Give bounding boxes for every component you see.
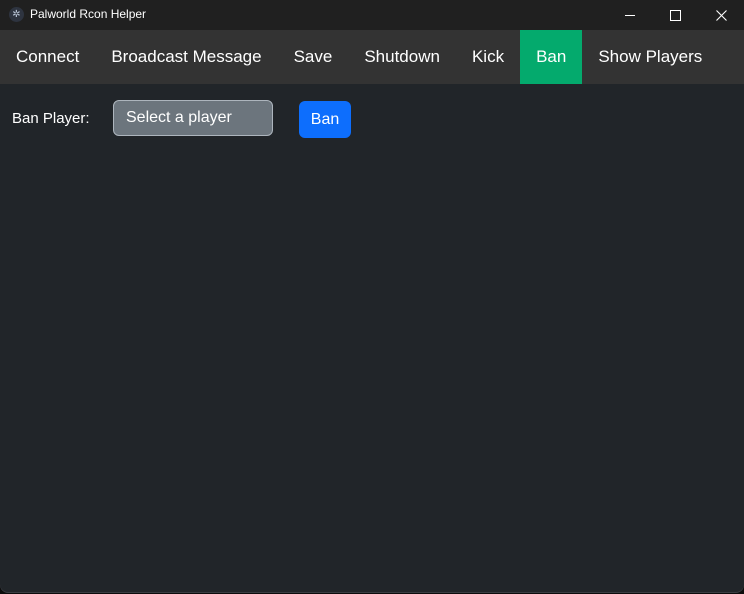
nav-broadcast-message[interactable]: Broadcast Message xyxy=(95,30,277,84)
nav-save[interactable]: Save xyxy=(278,30,349,84)
close-icon xyxy=(715,9,727,21)
nav-shutdown[interactable]: Shutdown xyxy=(348,30,456,84)
player-select-value: Select a player xyxy=(126,109,232,126)
ban-player-form: Ban Player: Select a player Ban xyxy=(0,100,744,138)
maximize-icon xyxy=(669,9,681,21)
minimize-button[interactable] xyxy=(607,0,653,30)
app-window: ✲ Palworld Rcon Helper Connect Broadcast… xyxy=(0,0,744,592)
nav-show-players[interactable]: Show Players xyxy=(582,30,718,84)
ban-button[interactable]: Ban xyxy=(299,101,351,138)
maximize-button[interactable] xyxy=(652,0,698,30)
player-select[interactable]: Select a player xyxy=(113,100,273,136)
ban-player-label: Ban Player: xyxy=(12,110,90,127)
minimize-icon xyxy=(625,14,635,16)
close-button[interactable] xyxy=(698,0,744,30)
app-logo-icon: ✲ xyxy=(9,7,24,22)
window-title: Palworld Rcon Helper xyxy=(30,7,147,21)
title-bar: ✲ Palworld Rcon Helper xyxy=(0,0,744,30)
nav-bar: Connect Broadcast Message Save Shutdown … xyxy=(0,30,744,84)
nav-ban[interactable]: Ban xyxy=(520,30,583,84)
nav-connect[interactable]: Connect xyxy=(0,30,95,84)
nav-kick[interactable]: Kick xyxy=(456,30,520,84)
